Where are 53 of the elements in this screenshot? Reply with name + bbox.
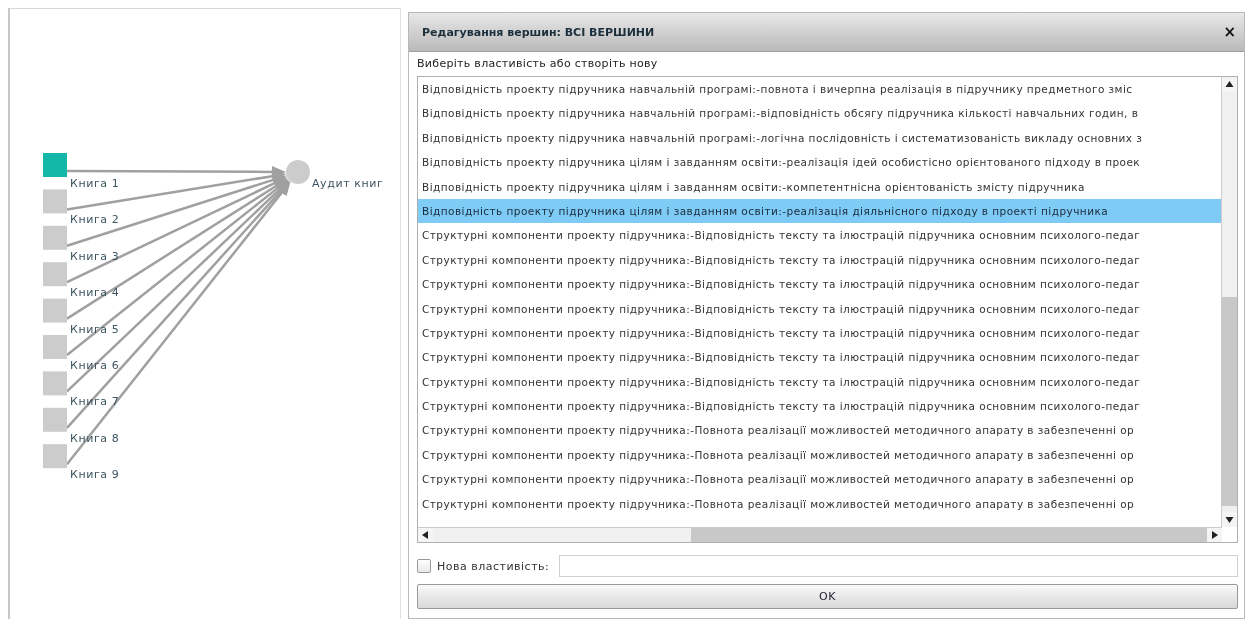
node-label: Книга 5 — [70, 322, 120, 336]
property-item[interactable]: Відповідність проекту підручника цілям і завданням освіти:-реалізація ідей особистісно орієнтованого підходу в проек — [418, 150, 1221, 175]
property-item[interactable]: Структурні компоненти проекту підручника:-Відповідність тексту та ілюстрацій підручника основним психолого-педаг — [418, 296, 1221, 321]
node-label: Книга 9 — [70, 468, 120, 482]
node-label: Аудит книг — [312, 177, 384, 190]
new-property-label: Нова властивість: — [437, 559, 550, 573]
new-property-checkbox[interactable] — [417, 559, 431, 573]
property-item[interactable]: Відповідність проекту підручника навчальній програмі:-відповідність обсягу підручника кількості навчальних годин, в — [418, 101, 1221, 126]
graph-node[interactable] — [43, 407, 67, 432]
scroll-up-icon[interactable] — [1222, 77, 1237, 92]
graph-node[interactable] — [43, 335, 67, 359]
vertical-scrollbar[interactable] — [1221, 77, 1237, 527]
scroll-right-icon[interactable] — [1207, 528, 1222, 542]
prompt-text: Виберіть властивість або створіть нову — [417, 57, 659, 70]
property-item[interactable]: Структурні компоненти проекту підручника:-Повнота реалізації можливостей методичного апарату в забезпеченні ор — [418, 491, 1221, 517]
graph-node[interactable] — [43, 444, 67, 469]
graph-node[interactable] — [43, 189, 67, 214]
property-item[interactable]: Структурні компоненти проекту підручника:-Відповідність тексту та ілюстрацій підручника основним психолого-педаг — [418, 247, 1221, 273]
graph-node[interactable] — [43, 371, 67, 396]
property-item[interactable]: Структурні компоненти проекту підручника:-Відповідність тексту та ілюстрацій підручника основним психолого-педаг — [418, 223, 1221, 248]
property-item[interactable]: Структурні компоненти проекту підручника:-Відповідність тексту та ілюстрацій підручника основним психолого-педаг — [418, 345, 1221, 370]
graph-node[interactable] — [43, 262, 67, 287]
property-item[interactable]: Структурні компоненти проекту підручника:-Повнота реалізації можливостей методичного апарату в забезпеченні ор — [418, 442, 1221, 468]
property-item[interactable]: Структурні компоненти проекту підручника:-Відповідність тексту та ілюстрацій підручника основним психолого-педаг — [418, 272, 1221, 297]
graph-node[interactable] — [43, 225, 67, 250]
property-item[interactable]: Відповідність проекту підручника цілям і завданням освіти:-реалізація діяльнісного підходу в проекті підручника — [418, 198, 1221, 224]
property-item[interactable]: Структурні компоненти проекту підручника:-Повнота реалізації можливостей методичного апарату в забезпеченні ор — [418, 467, 1221, 492]
node-label: Книга 8 — [70, 431, 120, 445]
ok-button[interactable]: OK — [417, 584, 1238, 609]
property-item[interactable]: Відповідність проекту підручника цілям і завданням освіти:-компетентнісна орієнтованість змісту підручника — [418, 174, 1221, 199]
property-item[interactable]: Структурні компоненти проекту підручника:-Відповідність тексту та ілюстрацій підручника основним психолого-педаг — [418, 394, 1221, 419]
node-label: Книга 3 — [70, 249, 120, 263]
graph-node[interactable] — [43, 153, 67, 177]
property-item[interactable]: Структурні компоненти проекту підручника:-Відповідність тексту та ілюстрацій підручника основним психолого-педаг — [418, 320, 1221, 346]
node-label: Книга 6 — [70, 359, 120, 372]
graph-node[interactable] — [43, 298, 67, 323]
property-item[interactable]: Структурні компоненти проекту підручника:-Відповідність тексту та ілюстрацій підручника основним психолого-педаг — [418, 369, 1221, 395]
node-label: Книга 1 — [70, 177, 120, 190]
node-label: Книга 4 — [70, 286, 120, 300]
scroll-down-icon[interactable] — [1222, 512, 1237, 527]
dialog-title: Редагування вершин: ВСІ ВЕРШИНИ — [422, 25, 655, 39]
scroll-left-icon[interactable] — [418, 528, 433, 542]
graph-node[interactable] — [286, 160, 310, 184]
horizontal-scrollbar[interactable] — [418, 527, 1222, 542]
node-label: Книга 7 — [70, 395, 120, 409]
scrollbar-thumb[interactable] — [691, 528, 1207, 542]
node-label: Книга 2 — [70, 213, 120, 227]
property-item[interactable]: Структурні компоненти проекту підручника:-Повнота реалізації можливостей методичного апарату в забезпеченні ор — [418, 418, 1221, 443]
property-item[interactable]: Відповідність проекту підручника навчальній програмі:-логічна послідовність і систематизованість викладу основних з — [418, 125, 1221, 151]
scrollbar-thumb[interactable] — [1222, 297, 1237, 506]
close-button[interactable]: × — [1221, 23, 1238, 41]
property-item[interactable]: Відповідність проекту підручника навчальній програмі:-повнота і вичерпна реалізація в підручнику предметного зміс — [418, 77, 1221, 102]
new-property-field[interactable] — [559, 555, 1238, 577]
